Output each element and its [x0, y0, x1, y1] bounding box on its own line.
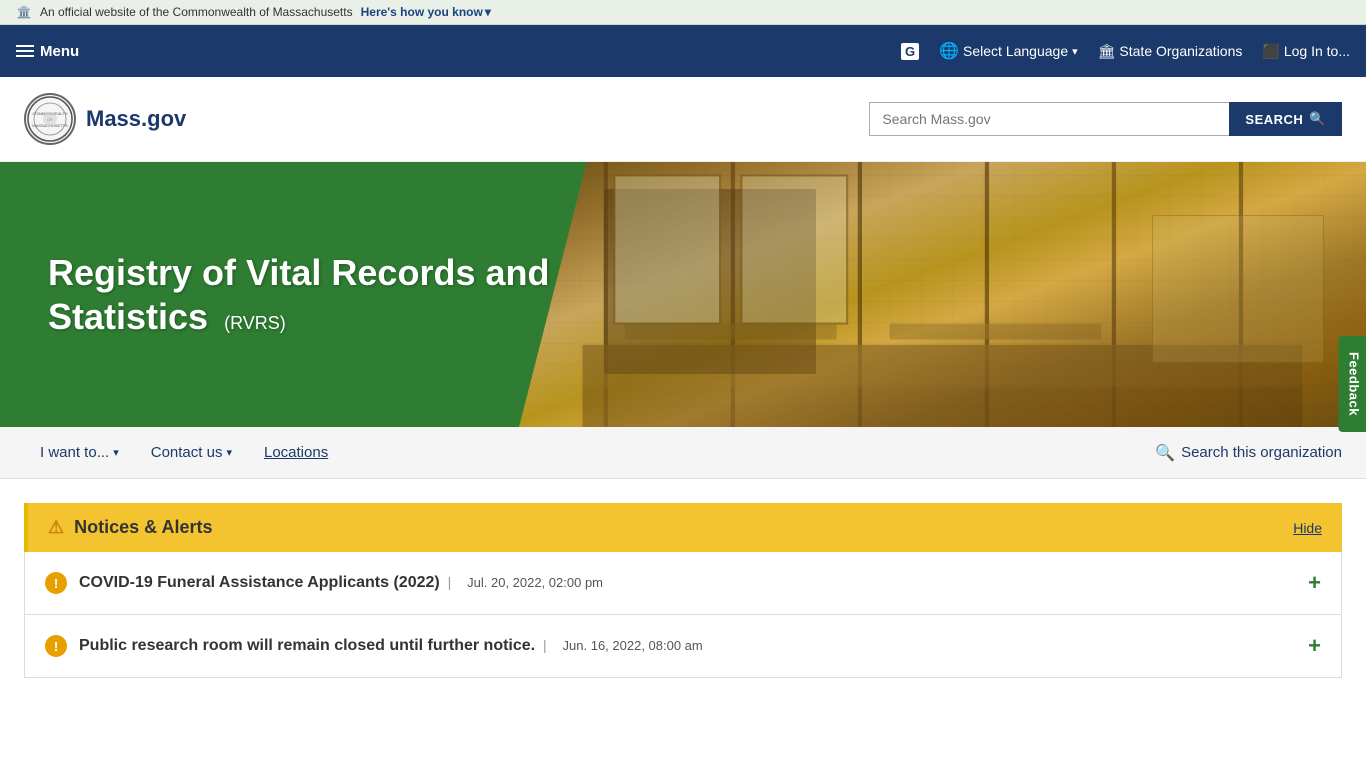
notice-date-1: Jul. 20, 2022, 02:00 pm [467, 575, 603, 590]
nav-right-area: G 🌐 Select Language ▾ 🏛 State Organizati… [901, 41, 1350, 61]
notices-title-area: ⚠ Notices & Alerts [48, 517, 213, 538]
search-org-label: Search this organization [1181, 444, 1342, 461]
search-button-icon: 🔍 [1309, 111, 1326, 127]
notice-item-2[interactable]: ! Public research room will remain close… [24, 615, 1342, 678]
google-translate-icon: G [901, 43, 919, 60]
hamburger-icon [16, 45, 34, 57]
seal-icon: 🏛️ [16, 4, 32, 20]
search-input[interactable] [869, 102, 1229, 136]
logo-area[interactable]: COMMONWEALTH OF MASSACHUSETTS Mass.gov [24, 93, 186, 145]
state-orgs-label: State Organizations [1119, 43, 1242, 59]
notices-header: ⚠ Notices & Alerts Hide [24, 503, 1342, 552]
hide-link[interactable]: Hide [1293, 520, 1322, 536]
notice-alert-icon-2: ! [45, 635, 67, 657]
menu-button[interactable]: Menu [16, 43, 79, 60]
official-text: An official website of the Commonwealth … [40, 5, 353, 19]
notice-separator-1: | [448, 574, 456, 590]
search-area: SEARCH 🔍 [869, 102, 1342, 136]
sub-nav-links: I want to... ▾ Contact us ▾ Locations [24, 427, 344, 479]
notice-text-1: COVID-19 Funeral Assistance Applicants (… [79, 574, 1296, 592]
sub-nav: I want to... ▾ Contact us ▾ Locations 🔍 … [0, 427, 1366, 479]
mass-seal: COMMONWEALTH OF MASSACHUSETTS [24, 93, 76, 145]
notices-section: ⚠ Notices & Alerts Hide ! COVID-19 Funer… [24, 503, 1342, 678]
warning-triangle-icon: ⚠ [48, 517, 64, 538]
menu-label: Menu [40, 43, 79, 60]
i-want-to-button[interactable]: I want to... ▾ [24, 427, 135, 479]
feedback-tab[interactable]: Feedback [1339, 336, 1366, 432]
notice-date-2: Jun. 16, 2022, 08:00 am [563, 638, 703, 653]
notice-expand-2[interactable]: + [1308, 633, 1321, 659]
contactus-chevron: ▾ [226, 446, 232, 459]
notice-text-2: Public research room will remain closed … [79, 637, 1296, 655]
iwantto-chevron: ▾ [113, 446, 119, 459]
login-link[interactable]: ⬛ Log In to... [1262, 43, 1350, 60]
notice-separator-2: | [543, 637, 551, 653]
hero-title-text: Registry of Vital Records and Statistics [48, 252, 549, 336]
heres-how-chevron: ▾ [485, 5, 491, 19]
login-label: Log In to... [1284, 43, 1350, 59]
notice-alert-icon-1: ! [45, 572, 67, 594]
hero-acronym: (RVRS) [224, 313, 286, 333]
hero-content: Registry of Vital Records and Statistics… [0, 219, 751, 369]
locations-label: Locations [264, 444, 328, 461]
select-language-link[interactable]: 🌐 Select Language ▾ [939, 41, 1078, 61]
heres-how-text: Here's how you know [361, 5, 483, 19]
notice-expand-1[interactable]: + [1308, 570, 1321, 596]
site-header: COMMONWEALTH OF MASSACHUSETTS Mass.gov S… [0, 77, 1366, 162]
building-icon: 🏛 [1098, 43, 1116, 60]
login-icon: ⬛ [1262, 43, 1279, 60]
mass-logo-text: Mass.gov [86, 106, 186, 132]
hero-title: Registry of Vital Records and Statistics… [48, 251, 703, 337]
search-button[interactable]: SEARCH 🔍 [1229, 102, 1342, 136]
top-banner: 🏛️ An official website of the Commonweal… [0, 0, 1366, 25]
notice-item-1[interactable]: ! COVID-19 Funeral Assistance Applicants… [24, 552, 1342, 615]
notice-title-2: Public research room will remain closed … [79, 637, 535, 654]
search-button-label: SEARCH [1245, 112, 1303, 127]
contact-us-button[interactable]: Contact us ▾ [135, 427, 248, 479]
globe-icon: 🌐 [939, 41, 959, 61]
notices-title-text: Notices & Alerts [74, 517, 212, 538]
heres-how-link[interactable]: Here's how you know ▾ [361, 5, 491, 19]
main-content: ⚠ Notices & Alerts Hide ! COVID-19 Funer… [0, 479, 1366, 702]
language-chevron: ▾ [1072, 45, 1078, 58]
i-want-to-label: I want to... [40, 444, 109, 461]
state-orgs-link[interactable]: 🏛 State Organizations [1098, 43, 1243, 60]
contact-us-label: Contact us [151, 444, 223, 461]
notice-title-1: COVID-19 Funeral Assistance Applicants (… [79, 574, 440, 591]
locations-link[interactable]: Locations [248, 427, 344, 479]
search-org-button[interactable]: 🔍 Search this organization [1155, 443, 1342, 463]
select-language-label: Select Language [963, 43, 1068, 59]
search-org-icon: 🔍 [1155, 443, 1175, 463]
hero-section: Registry of Vital Records and Statistics… [0, 162, 1366, 427]
main-nav: Menu G 🌐 Select Language ▾ 🏛 State Organ… [0, 25, 1366, 77]
